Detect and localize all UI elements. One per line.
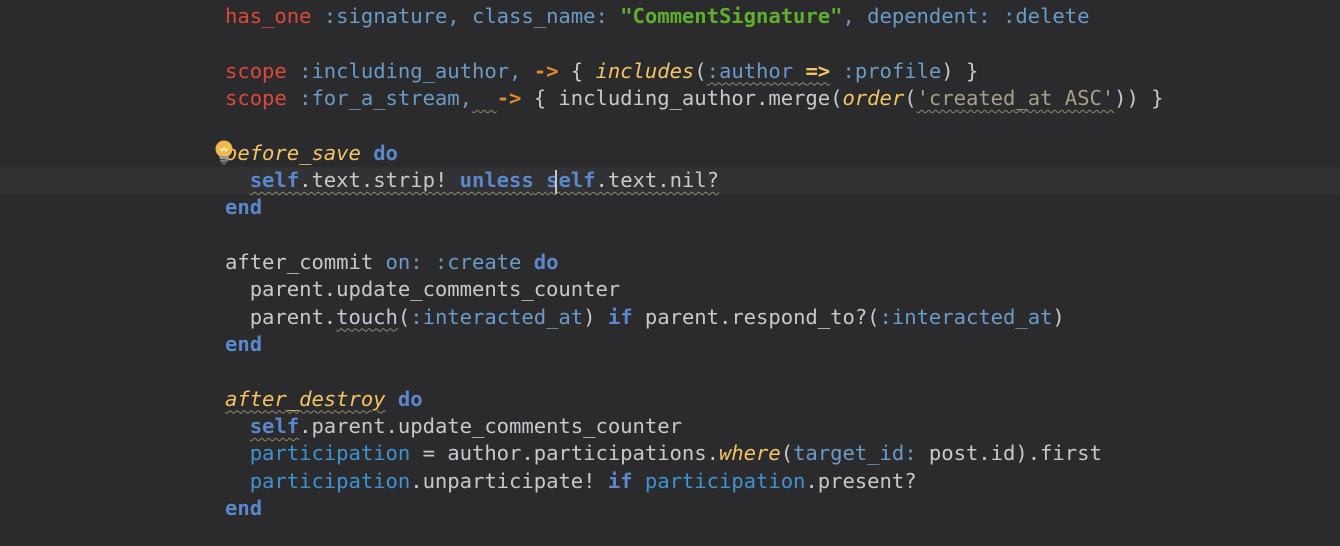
code-token: :profile	[830, 58, 942, 83]
code-line[interactable]: parent.touch(:interacted_at) if parent.r…	[0, 304, 1340, 331]
code-token: .unparticipate!	[410, 468, 608, 493]
code-line[interactable]: scope :for_a_stream, -> { including_auth…	[0, 85, 1340, 112]
code-token: scope	[225, 58, 287, 83]
code-line[interactable]: after_destroy do	[0, 386, 1340, 413]
text-cursor	[555, 170, 557, 194]
code-token: participation	[249, 441, 411, 466]
code-line[interactable]: parent.update_comments_counter	[0, 276, 1340, 303]
code-token: do	[397, 386, 423, 411]
code-token: participation	[644, 468, 806, 493]
code-token: self	[546, 167, 596, 192]
code-line[interactable]: scope :including_author, -> { includes(:…	[0, 58, 1340, 85]
code-token: :create	[422, 249, 534, 274]
code-token: after_commit	[225, 249, 386, 274]
code-token: participation	[249, 468, 411, 493]
code-token: :interacted_at	[410, 304, 584, 329]
code-line[interactable]: self.text.strip! unless self.text.nil?	[0, 166, 1340, 195]
code-token: :for_a_stream,	[286, 85, 472, 110]
code-token: )	[1052, 304, 1065, 329]
code-token: has_one	[225, 4, 312, 28]
code-token: do	[533, 249, 559, 274]
code-token: end	[225, 331, 263, 356]
code-line[interactable]: end	[0, 331, 1340, 358]
code-token: .parent.update_comments_counter	[299, 413, 682, 438]
code-token: self	[249, 167, 300, 192]
code-token: )) }	[1114, 85, 1164, 110]
code-token: (	[397, 304, 411, 329]
code-line[interactable]: self.parent.update_comments_counter	[0, 413, 1340, 440]
code-token: ->	[496, 85, 522, 110]
code-token: .text.strip!	[299, 167, 460, 192]
code-token: :signature, class_name:	[311, 4, 621, 28]
code-token: unless	[459, 167, 534, 192]
code-line[interactable]	[0, 112, 1340, 139]
code-token: includes	[595, 58, 695, 83]
code-token: (	[694, 58, 707, 83]
lightbulb-intention-icon[interactable]	[213, 139, 235, 167]
code-token: scope	[225, 85, 287, 110]
code-token: .present?	[805, 468, 917, 493]
code-token: = author.participations.	[410, 441, 719, 466]
code-token: )	[583, 304, 608, 329]
code-line[interactable]: participation.unparticipate! if particip…	[0, 468, 1340, 495]
code-token: post.id).first	[916, 441, 1102, 466]
code-token: 'created_at ASC'	[916, 85, 1115, 110]
code-token: {	[558, 58, 596, 83]
code-line[interactable]: end	[0, 495, 1340, 522]
code-token: (	[780, 441, 794, 466]
code-line[interactable]	[0, 358, 1340, 385]
code-token: do	[373, 140, 398, 165]
code-token: order	[842, 85, 905, 110]
code-token: touch	[336, 304, 398, 329]
code-token: if	[607, 468, 633, 493]
code-token: { including_author.merge(	[521, 85, 843, 110]
code-token: , dependent: :delete	[842, 4, 1090, 28]
code-token: end	[225, 195, 263, 220]
code-token: :interacted_at	[879, 304, 1053, 329]
code-token: parent.respond_to?(	[632, 304, 880, 329]
code-token: target_id:	[793, 441, 917, 466]
code-token: end	[225, 495, 263, 520]
code-token: parent.	[225, 304, 337, 329]
code-line[interactable]	[0, 30, 1340, 57]
code-token: (	[904, 85, 917, 110]
code-token: ->	[533, 58, 559, 83]
code-token: .text.nil?	[595, 167, 720, 192]
code-line[interactable]: before_save do	[0, 140, 1340, 167]
code-token: ) }	[941, 58, 979, 83]
code-line[interactable]: end	[0, 194, 1340, 221]
code-token: =>	[805, 58, 831, 83]
code-line[interactable]	[0, 222, 1340, 249]
code-token: :including_author,	[286, 58, 534, 83]
code-token: before_save	[225, 140, 361, 165]
code-line[interactable]: has_one :signature, class_name: "Comment…	[0, 3, 1340, 30]
code-token: after_destroy	[225, 386, 386, 411]
code-editor[interactable]: has_one :signature, class_name: "Comment…	[0, 3, 1340, 522]
code-token: parent.update_comments_counter	[225, 277, 621, 302]
code-token: "CommentSignature"	[620, 4, 843, 28]
code-token: if	[607, 304, 633, 329]
code-token: :author	[706, 58, 806, 83]
code-token: where	[718, 441, 781, 466]
code-token: on:	[385, 249, 423, 274]
code-token: self	[249, 413, 300, 438]
code-line[interactable]: participation = author.participations.wh…	[0, 440, 1340, 467]
code-line[interactable]: after_commit on: :create do	[0, 249, 1340, 276]
